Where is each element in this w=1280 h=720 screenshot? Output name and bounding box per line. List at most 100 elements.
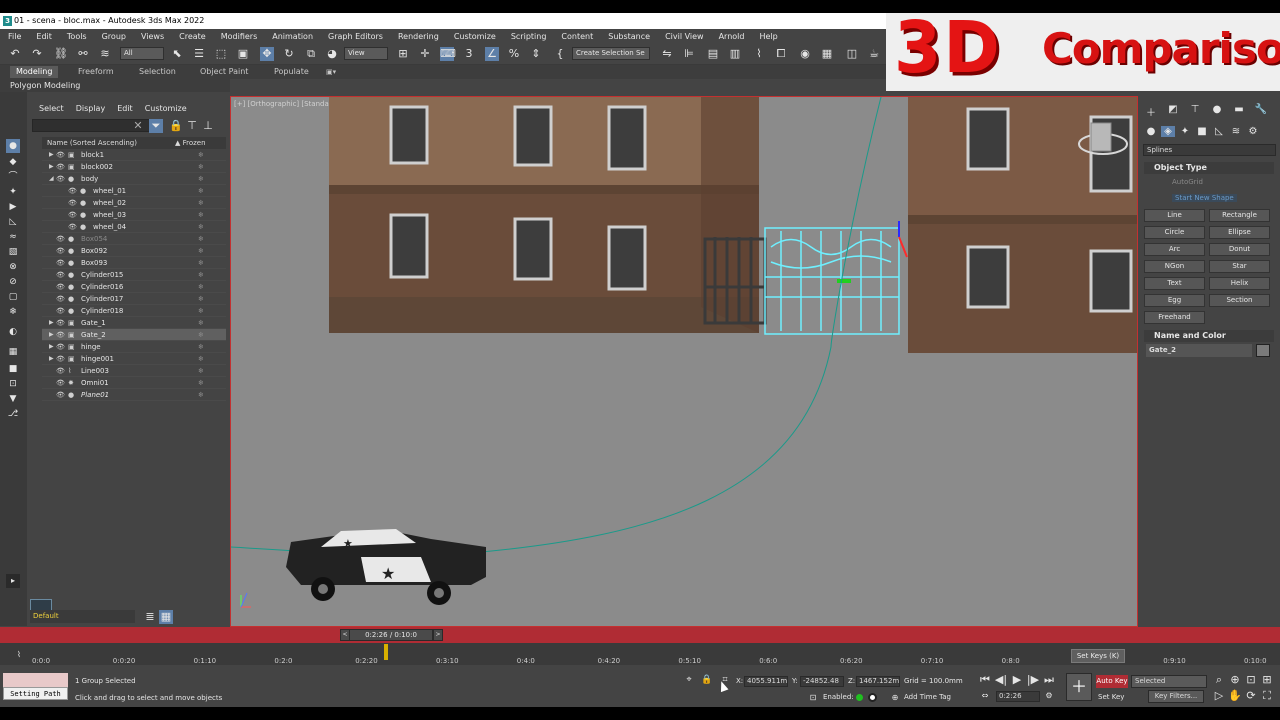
select-by-name-icon[interactable]: ☰ [192, 47, 206, 61]
visibility-eye-icon[interactable]: 👁 [56, 305, 65, 317]
freeze-toggle-icon[interactable]: ❄ [198, 341, 204, 353]
scene-list-header[interactable]: Name (Sorted Ascending) ▲ Frozen [42, 137, 226, 149]
menu-animation[interactable]: Animation [272, 32, 313, 41]
display-none-icon[interactable]: ● [6, 139, 20, 153]
display-spacewarps-icon[interactable]: ≈ [6, 230, 20, 244]
lock-icon[interactable]: 🔒 [169, 119, 183, 133]
tab-populate[interactable]: Populate [274, 66, 309, 78]
render-setup-icon[interactable]: ▦ [820, 47, 834, 61]
display-shapes-icon[interactable]: ⌒ [6, 170, 20, 184]
selection-lock-icon[interactable]: 🔒 [700, 673, 714, 687]
menu-substance[interactable]: Substance [608, 32, 650, 41]
visibility-eye-icon[interactable]: 👁 [56, 329, 65, 341]
expand-arrow-icon[interactable]: ◢ [49, 173, 54, 185]
x-coordinate-field[interactable]: 4055.911m [744, 676, 788, 687]
percent-snap-icon[interactable]: % [507, 47, 521, 61]
display-cameras-icon[interactable]: ▶ [6, 200, 20, 214]
freeze-toggle-icon[interactable]: ❄ [198, 305, 204, 317]
scene-row[interactable]: 👁 ● Cylinder018 ❄ [42, 305, 226, 317]
schematic-view-icon[interactable]: ⧠ [774, 47, 788, 61]
time-slider[interactable]: < 0:2:26 / 0:10:0 > [0, 627, 1280, 643]
key-filters-button[interactable]: Key Filters... [1148, 690, 1204, 703]
display-helpers-icon[interactable]: ◺ [6, 215, 20, 229]
menu-views[interactable]: Views [141, 32, 164, 41]
place-icon[interactable]: ◕ [325, 47, 339, 61]
link-icon[interactable]: ⛓ [54, 47, 68, 61]
undo-icon[interactable]: ↶ [8, 47, 22, 61]
scene-row[interactable]: 👁 ● Box092 ❄ [42, 245, 226, 257]
display-geometry-icon[interactable]: ◆ [6, 155, 20, 169]
shape-rectangle-button[interactable]: Rectangle [1209, 209, 1270, 222]
freeze-toggle-icon[interactable]: ❄ [198, 221, 204, 233]
visibility-eye-icon[interactable]: 👁 [56, 233, 65, 245]
visibility-eye-icon[interactable]: 👁 [56, 257, 65, 269]
shape-ellipse-button[interactable]: Ellipse [1209, 226, 1270, 239]
menu-create[interactable]: Create [179, 32, 206, 41]
angle-snap-icon[interactable]: ∠ [485, 47, 499, 61]
shape-category-dropdown[interactable]: Splines [1143, 144, 1276, 156]
visibility-eye-icon[interactable]: 👁 [56, 353, 65, 365]
object-type-rollout[interactable]: Object Type [1144, 162, 1274, 174]
menu-civil-view[interactable]: Civil View [665, 32, 704, 41]
menu-help[interactable]: Help [759, 32, 777, 41]
hierarchy-tab-icon[interactable]: ⊤ [1188, 104, 1202, 115]
display-all-icon[interactable]: ▦ [6, 345, 20, 359]
menu-modifiers[interactable]: Modifiers [221, 32, 258, 41]
scene-row[interactable]: 👁 ● Cylinder015 ❄ [42, 269, 226, 281]
pivot-center-icon[interactable]: ⊞ [396, 47, 410, 61]
hierarchy-icon[interactable]: ⊤ [185, 119, 199, 133]
visibility-eye-icon[interactable]: 👁 [56, 317, 65, 329]
scene-row[interactable]: 👁 ● wheel_04 ❄ [42, 221, 226, 233]
freeze-toggle-icon[interactable]: ❄ [198, 317, 204, 329]
scene-row[interactable]: 👁 ⌇ Line003 ❄ [42, 365, 226, 377]
freeze-toggle-icon[interactable]: ❄ [198, 161, 204, 173]
scene-row[interactable]: ◢ 👁 ● body ❄ [42, 173, 226, 185]
viewport[interactable]: [+] [Orthographic] [Standard] [Default S… [230, 96, 1138, 627]
select-scale-icon[interactable]: ⧉ [304, 47, 318, 61]
scene-row[interactable]: 👁 ● Cylinder016 ❄ [42, 281, 226, 293]
display-frozen-icon[interactable]: ❄ [6, 305, 20, 319]
scene-menu-edit[interactable]: Edit [117, 104, 133, 113]
shape-line-button[interactable]: Line [1144, 209, 1205, 222]
unlink-icon[interactable]: ⚯ [76, 47, 90, 61]
name-and-color-rollout[interactable]: Name and Color [1144, 330, 1274, 342]
motion-tab-icon[interactable]: ● [1210, 104, 1224, 115]
curve-editor-mini-icon[interactable]: ⌇ [12, 648, 26, 662]
freeze-toggle-icon[interactable]: ❄ [198, 209, 204, 221]
pan-icon[interactable]: ✋ [1228, 689, 1242, 703]
maximize-viewport-icon[interactable]: ⛶ [1260, 689, 1274, 703]
scene-row[interactable]: 👁 ● Cylinder017 ❄ [42, 293, 226, 305]
cameras-icon[interactable]: ■ [1195, 126, 1209, 137]
menu-customize[interactable]: Customize [454, 32, 496, 41]
display-invert-icon[interactable]: ⊡ [6, 377, 20, 391]
scene-menu-customize[interactable]: Customize [145, 104, 187, 113]
display-containers-icon[interactable]: ▢ [6, 290, 20, 304]
scene-menu-display[interactable]: Display [76, 104, 106, 113]
systems-icon[interactable]: ⚙ [1246, 126, 1260, 137]
play-icon[interactable]: ▶ [1010, 673, 1024, 687]
zoom-extents-all-icon[interactable]: ⊞ [1260, 673, 1274, 687]
display-groups-icon[interactable]: ▧ [6, 245, 20, 259]
set-key-button[interactable]: Set Key [1098, 693, 1124, 701]
shape-circle-button[interactable]: Circle [1144, 226, 1205, 239]
scene-row[interactable]: ▶ 👁 ▣ Gate_1 ❄ [42, 317, 226, 329]
shape-helix-button[interactable]: Helix [1209, 277, 1270, 290]
render-production-icon[interactable]: ☕ [867, 47, 881, 61]
layer-explorer-icon[interactable]: ▦ [159, 610, 173, 624]
menu-content[interactable]: Content [561, 32, 593, 41]
expand-arrow-icon[interactable]: ▶ [49, 161, 54, 173]
visibility-eye-icon[interactable]: 👁 [56, 269, 65, 281]
curve-editor-icon[interactable]: ⌇ [752, 47, 766, 61]
freeze-toggle-icon[interactable]: ❄ [198, 173, 204, 185]
ribbon-options-icon[interactable]: ▣▾ [326, 66, 336, 78]
scene-row[interactable]: ▶ 👁 ▣ Gate_2 ❄ [42, 329, 226, 341]
freeze-toggle-icon[interactable]: ❄ [198, 293, 204, 305]
display-xrefs-icon[interactable]: ⊗ [6, 260, 20, 274]
maxscript-listener[interactable] [3, 673, 68, 687]
scene-row[interactable]: 👁 ● Box093 ❄ [42, 257, 226, 269]
modify-tab-icon[interactable]: ◩ [1166, 104, 1180, 115]
orbit-icon[interactable]: ⟳ [1244, 689, 1258, 703]
autogrid-checkbox[interactable]: AutoGrid [1172, 178, 1203, 186]
z-coordinate-field[interactable]: 1467.152m [856, 676, 900, 687]
shape-egg-button[interactable]: Egg [1144, 294, 1205, 307]
